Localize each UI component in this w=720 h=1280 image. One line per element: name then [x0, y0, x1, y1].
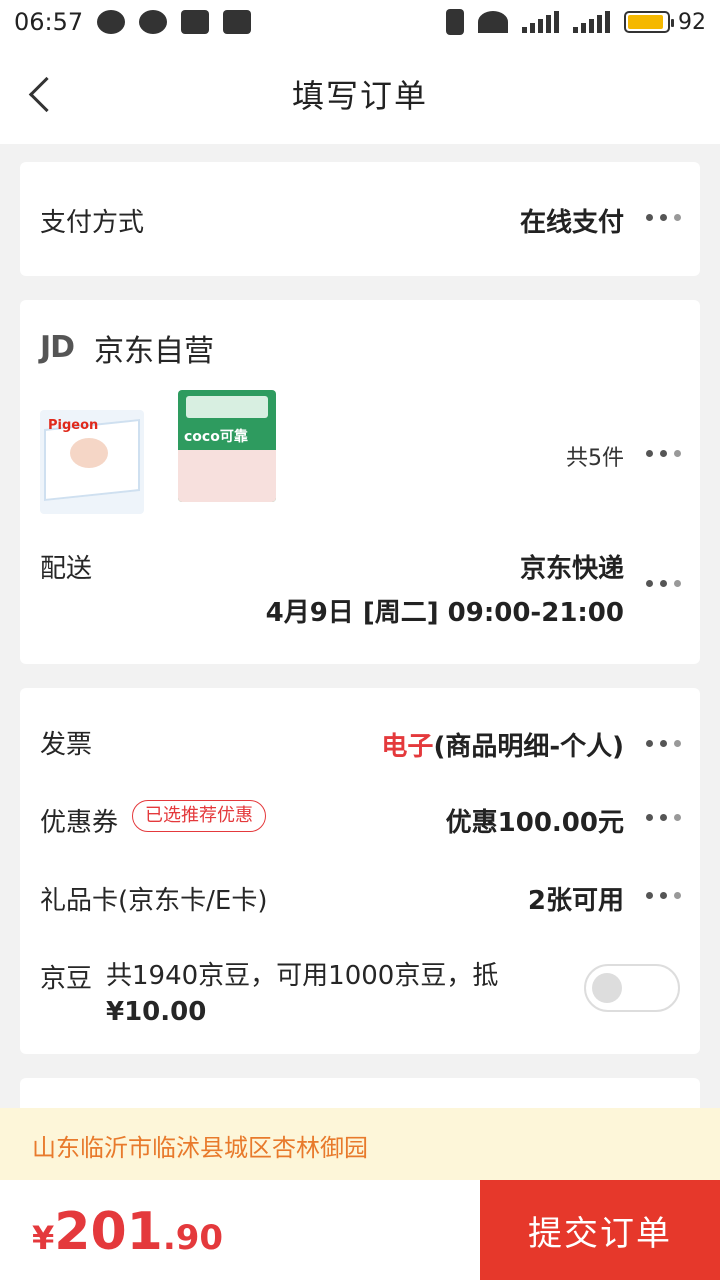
- more-dots-icon[interactable]: [644, 812, 681, 822]
- more-dots-icon[interactable]: [644, 448, 681, 458]
- coupon-badge: 已选推荐优惠: [132, 800, 266, 832]
- invoice-value[interactable]: 电子(商品明细-个人): [381, 726, 624, 763]
- beans-desc-line2: ¥10.00: [106, 997, 207, 1027]
- beans-description: 共1940京豆，可用1000京豆，抵 ¥10.00: [106, 958, 536, 1030]
- beans-toggle[interactable]: [584, 964, 680, 1012]
- more-dots-icon[interactable]: [644, 738, 681, 748]
- delivery-label: 配送: [40, 554, 93, 584]
- coupon-value[interactable]: 优惠100.00元: [446, 802, 624, 839]
- wifi-icon: [478, 11, 508, 33]
- toggle-knob: [592, 973, 622, 1003]
- extras-card: 发票 电子(商品明细-个人) 优惠券 已选推荐优惠 优惠100.00元 礼品卡(…: [20, 688, 700, 1054]
- currency-symbol: ¥: [32, 1219, 55, 1257]
- shop-name: 京东自营: [94, 334, 214, 369]
- submit-order-button[interactable]: 提交订单: [480, 1180, 720, 1280]
- delivery-time: 4月9日 [周二] 09:00-21:00: [265, 598, 624, 628]
- back-arrow-icon[interactable]: [24, 72, 64, 116]
- product-thumbnail[interactable]: Pigeon: [40, 410, 144, 514]
- more-dots-icon[interactable]: [644, 890, 681, 900]
- signal-4g-icon: [573, 11, 610, 33]
- status-bar: 06:57 92: [0, 0, 720, 44]
- product-thumbnail[interactable]: coco可靠: [178, 390, 276, 502]
- address-text: 山东临沂市临沭县城区杏林御园: [32, 1134, 368, 1162]
- more-dots-icon[interactable]: [644, 212, 681, 222]
- battery-icon: [624, 11, 674, 33]
- header: 填写订单: [0, 44, 720, 144]
- more-dots-icon[interactable]: [644, 578, 681, 588]
- vibrate-icon: [446, 9, 464, 35]
- giftcard-label: 礼品卡(京东卡/E卡): [40, 886, 268, 916]
- beans-label: 京豆: [40, 964, 93, 994]
- status-time: 06:57: [14, 8, 84, 36]
- invoice-type: 电子: [381, 732, 434, 762]
- product-brand: Pigeon: [48, 418, 99, 433]
- jd-logo: JD: [40, 330, 75, 365]
- invoice-label: 发票: [40, 730, 93, 760]
- message-icon: [139, 10, 168, 34]
- giftcard-value[interactable]: 2张可用: [528, 880, 624, 917]
- total-price: ¥201.90: [32, 1202, 223, 1262]
- shop-card: JD 京东自营 Pigeon coco可靠 共5件 配送 京东快递 4月9日 […: [20, 300, 700, 664]
- battery-level: [628, 15, 663, 29]
- coupon-label: 优惠券: [40, 808, 119, 838]
- gallery-icon: [181, 10, 210, 34]
- chat-bubble-icon: [97, 10, 126, 34]
- price-decimal: .90: [162, 1218, 224, 1258]
- payment-card[interactable]: 支付方式 在线支付: [20, 162, 700, 276]
- invoice-detail: (商品明细-个人): [433, 732, 624, 762]
- delivery-method: 京东快递: [519, 554, 624, 584]
- address-bar[interactable]: 山东临沂市临沭县城区杏林御园: [0, 1108, 720, 1180]
- price-integer: 201: [54, 1202, 163, 1262]
- footer: ¥201.90 提交订单: [0, 1180, 720, 1280]
- beans-desc-line1: 共1940京豆，可用1000京豆，抵: [106, 961, 499, 991]
- page-title: 填写订单: [291, 77, 428, 115]
- signal-icon: [522, 11, 559, 33]
- item-count: 共5件: [566, 446, 624, 471]
- payment-value: 在线支付: [519, 208, 624, 238]
- product-brand: coco可靠: [184, 429, 248, 445]
- payment-label: 支付方式: [40, 208, 145, 238]
- app-s-icon: [223, 10, 252, 34]
- battery-percent: 92: [678, 9, 706, 35]
